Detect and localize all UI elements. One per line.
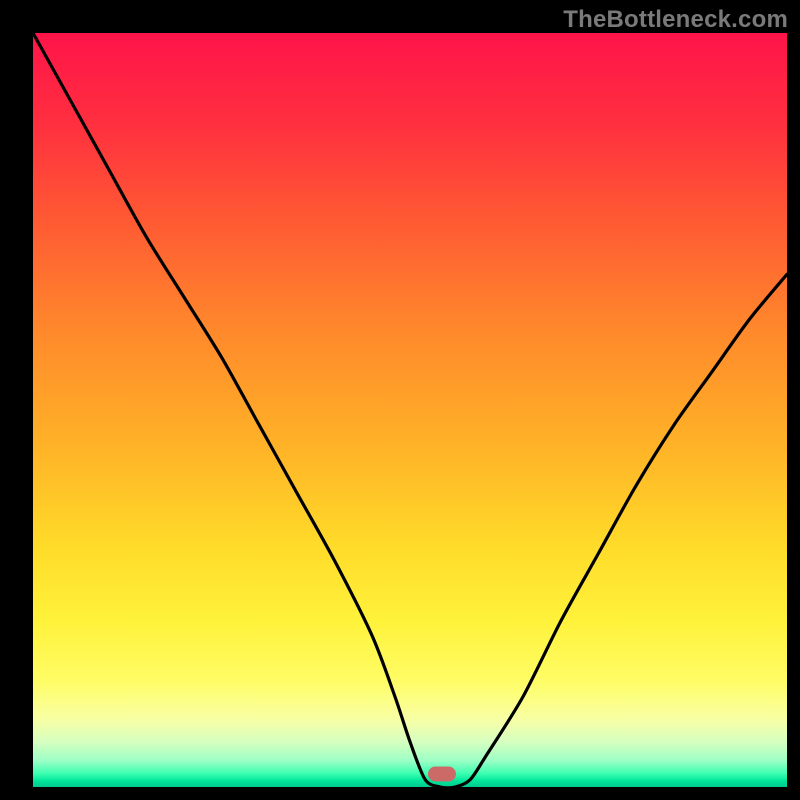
watermark-text: TheBottleneck.com: [563, 6, 788, 34]
plot-area: [33, 33, 787, 787]
bottleneck-curve: [33, 33, 787, 787]
optimal-point-marker: [428, 767, 456, 782]
chart-frame: TheBottleneck.com: [0, 0, 800, 800]
